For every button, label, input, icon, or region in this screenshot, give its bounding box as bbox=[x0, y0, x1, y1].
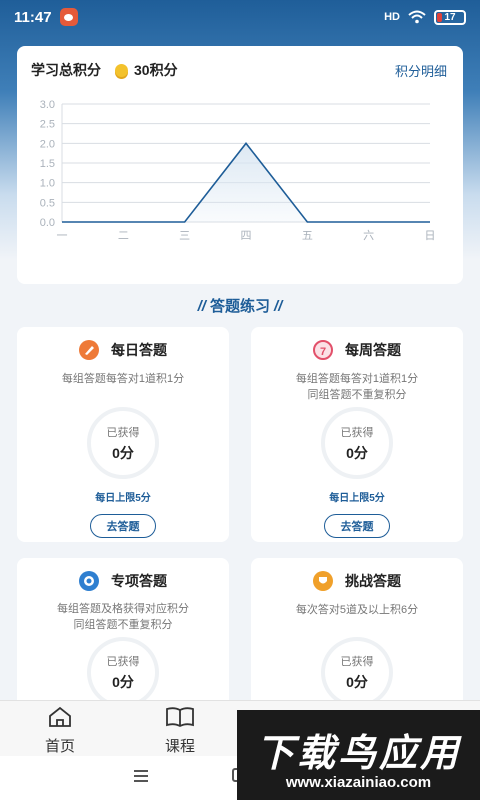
challenge-quiz-score: 0分 bbox=[346, 674, 368, 691]
total-score-title: 学习总积分 bbox=[31, 62, 101, 78]
nav-item-course[interactable]: 课程 bbox=[140, 706, 220, 756]
weekly-quiz-desc: 每组答题每答对1道积1分 同组答题不重复积分 bbox=[296, 371, 418, 403]
daily-quiz-score-ring: 已获得 0分 bbox=[87, 407, 159, 479]
x-tick-label: 日 bbox=[425, 230, 436, 242]
x-tick-label: 五 bbox=[302, 230, 313, 242]
special-quiz-desc: 每组答题及格获得对应积分 同组答题不重复积分 bbox=[57, 601, 189, 633]
nav-course-label: 课程 bbox=[164, 738, 195, 755]
y-tick-label: 3.0 bbox=[40, 99, 55, 111]
x-tick-label: 二 bbox=[118, 230, 129, 242]
weekly-score-chart: 0.0 0.5 1.0 1.5 2.0 2.5 3.0 一 二 三 四 五 六 日 bbox=[40, 99, 436, 242]
weekly-quiz-desc-line: 同组答题不重复积分 bbox=[307, 389, 407, 401]
book-icon bbox=[166, 707, 194, 728]
special-quiz-name: 专项答题 bbox=[111, 572, 167, 589]
nav-home-label: 首页 bbox=[44, 738, 75, 755]
daily-quiz-limit: 每日上限5分 bbox=[95, 493, 151, 504]
x-tick-label: 六 bbox=[363, 229, 374, 242]
wifi-icon bbox=[408, 10, 426, 24]
got-label: 已获得 bbox=[340, 426, 374, 439]
daily-quiz-card[interactable]: 每日答题 每组答题每答对1道积1分 已获得 0分 每日上限5分 去答题 bbox=[17, 327, 229, 542]
special-quiz-card[interactable]: 专项答题 每组答题及格获得对应积分 同组答题不重复积分 已获得 0分 bbox=[17, 558, 229, 708]
x-tick-label: 一 bbox=[57, 230, 68, 242]
weekly-quiz-start-button[interactable]: 去答题 bbox=[324, 514, 390, 538]
status-bar: 11:47 HD 17 bbox=[0, 0, 480, 34]
points-detail-link[interactable]: 积分明细 bbox=[395, 61, 447, 80]
battery-icon: 17 bbox=[434, 9, 466, 25]
got-label: 已获得 bbox=[106, 426, 140, 439]
section-title-text: 答题练习 bbox=[209, 298, 270, 315]
section-title: //答题练习// bbox=[0, 295, 480, 316]
y-tick-label: 0.0 bbox=[40, 217, 55, 229]
daily-quiz-desc: 每组答题每答对1道积1分 bbox=[62, 371, 184, 403]
weekly-quiz-icon: 7 bbox=[313, 340, 333, 360]
watermark-overlay: 下载鸟应用 www.xiazainiao.com bbox=[237, 710, 480, 800]
daily-quiz-name: 每日答题 bbox=[111, 342, 167, 358]
total-points: 30积分 bbox=[134, 62, 178, 78]
home-icon bbox=[49, 706, 71, 727]
daily-quiz-start-button[interactable]: 去答题 bbox=[90, 514, 156, 538]
section-slash-right: // bbox=[274, 298, 283, 315]
special-quiz-desc-line: 同组答题不重复积分 bbox=[73, 619, 173, 632]
watermark-title: 下载鸟应用 bbox=[255, 733, 461, 775]
challenge-quiz-name: 挑战答题 bbox=[345, 572, 401, 589]
challenge-quiz-desc: 每次答对5道及以上积6分 bbox=[296, 602, 418, 633]
daily-quiz-icon bbox=[79, 340, 99, 360]
y-tick-label: 1.0 bbox=[40, 178, 55, 190]
y-tick-label: 2.0 bbox=[40, 138, 55, 150]
daily-quiz-score: 0分 bbox=[112, 444, 134, 461]
challenge-quiz-score-ring: 已获得 0分 bbox=[321, 637, 393, 708]
app-notification-icon bbox=[59, 8, 78, 26]
weekly-quiz-card[interactable]: 7 每周答题 每组答题每答对1道积1分 同组答题不重复积分 已获得 0分 每日上… bbox=[251, 327, 463, 542]
challenge-quiz-desc-line: 每次答对5道及以上积6分 bbox=[295, 603, 419, 616]
x-tick-label: 三 bbox=[179, 230, 190, 242]
special-quiz-desc-line: 每组答题及格获得对应积分 bbox=[57, 603, 189, 616]
x-tick-label: 四 bbox=[241, 230, 252, 242]
weekly-quiz-desc-line: 每组答题每答对1道积1分 bbox=[295, 373, 419, 385]
status-time: 11:47 bbox=[14, 8, 52, 26]
special-quiz-score: 0分 bbox=[112, 674, 134, 691]
y-tick-label: 1.5 bbox=[40, 158, 55, 170]
weekly-quiz-score-ring: 已获得 0分 bbox=[321, 407, 393, 479]
system-menu-button[interactable] bbox=[134, 770, 148, 785]
got-label: 已获得 bbox=[106, 656, 140, 669]
y-tick-label: 2.5 bbox=[40, 119, 55, 131]
coin-icon bbox=[115, 63, 128, 77]
challenge-quiz-card[interactable]: 挑战答题 每次答对5道及以上积6分 已获得 0分 bbox=[251, 558, 463, 708]
special-quiz-icon bbox=[79, 570, 99, 591]
section-slash-left: // bbox=[197, 298, 206, 315]
y-tick-label: 0.5 bbox=[40, 197, 55, 209]
watermark-url: www.xiazainiao.com bbox=[285, 774, 432, 791]
weekly-quiz-score: 0分 bbox=[346, 444, 368, 461]
weekly-quiz-name: 每周答题 bbox=[345, 342, 401, 358]
daily-quiz-desc-line: 每组答题每答对1道积1分 bbox=[61, 373, 185, 385]
special-quiz-score-ring: 已获得 0分 bbox=[87, 637, 159, 708]
challenge-quiz-icon bbox=[313, 570, 333, 591]
nav-item-home[interactable]: 首页 bbox=[20, 706, 100, 756]
battery-level: 17 bbox=[444, 11, 456, 23]
got-label: 已获得 bbox=[340, 656, 374, 669]
score-chart-card: 0.0 0.5 1.0 1.5 2.0 2.5 3.0 一二三四五六日 学习总积分 30积分 … bbox=[17, 46, 463, 284]
weekly-quiz-limit: 每日上限5分 bbox=[329, 493, 385, 504]
svg-text:7: 7 bbox=[320, 346, 326, 358]
network-type: HD bbox=[384, 11, 400, 23]
